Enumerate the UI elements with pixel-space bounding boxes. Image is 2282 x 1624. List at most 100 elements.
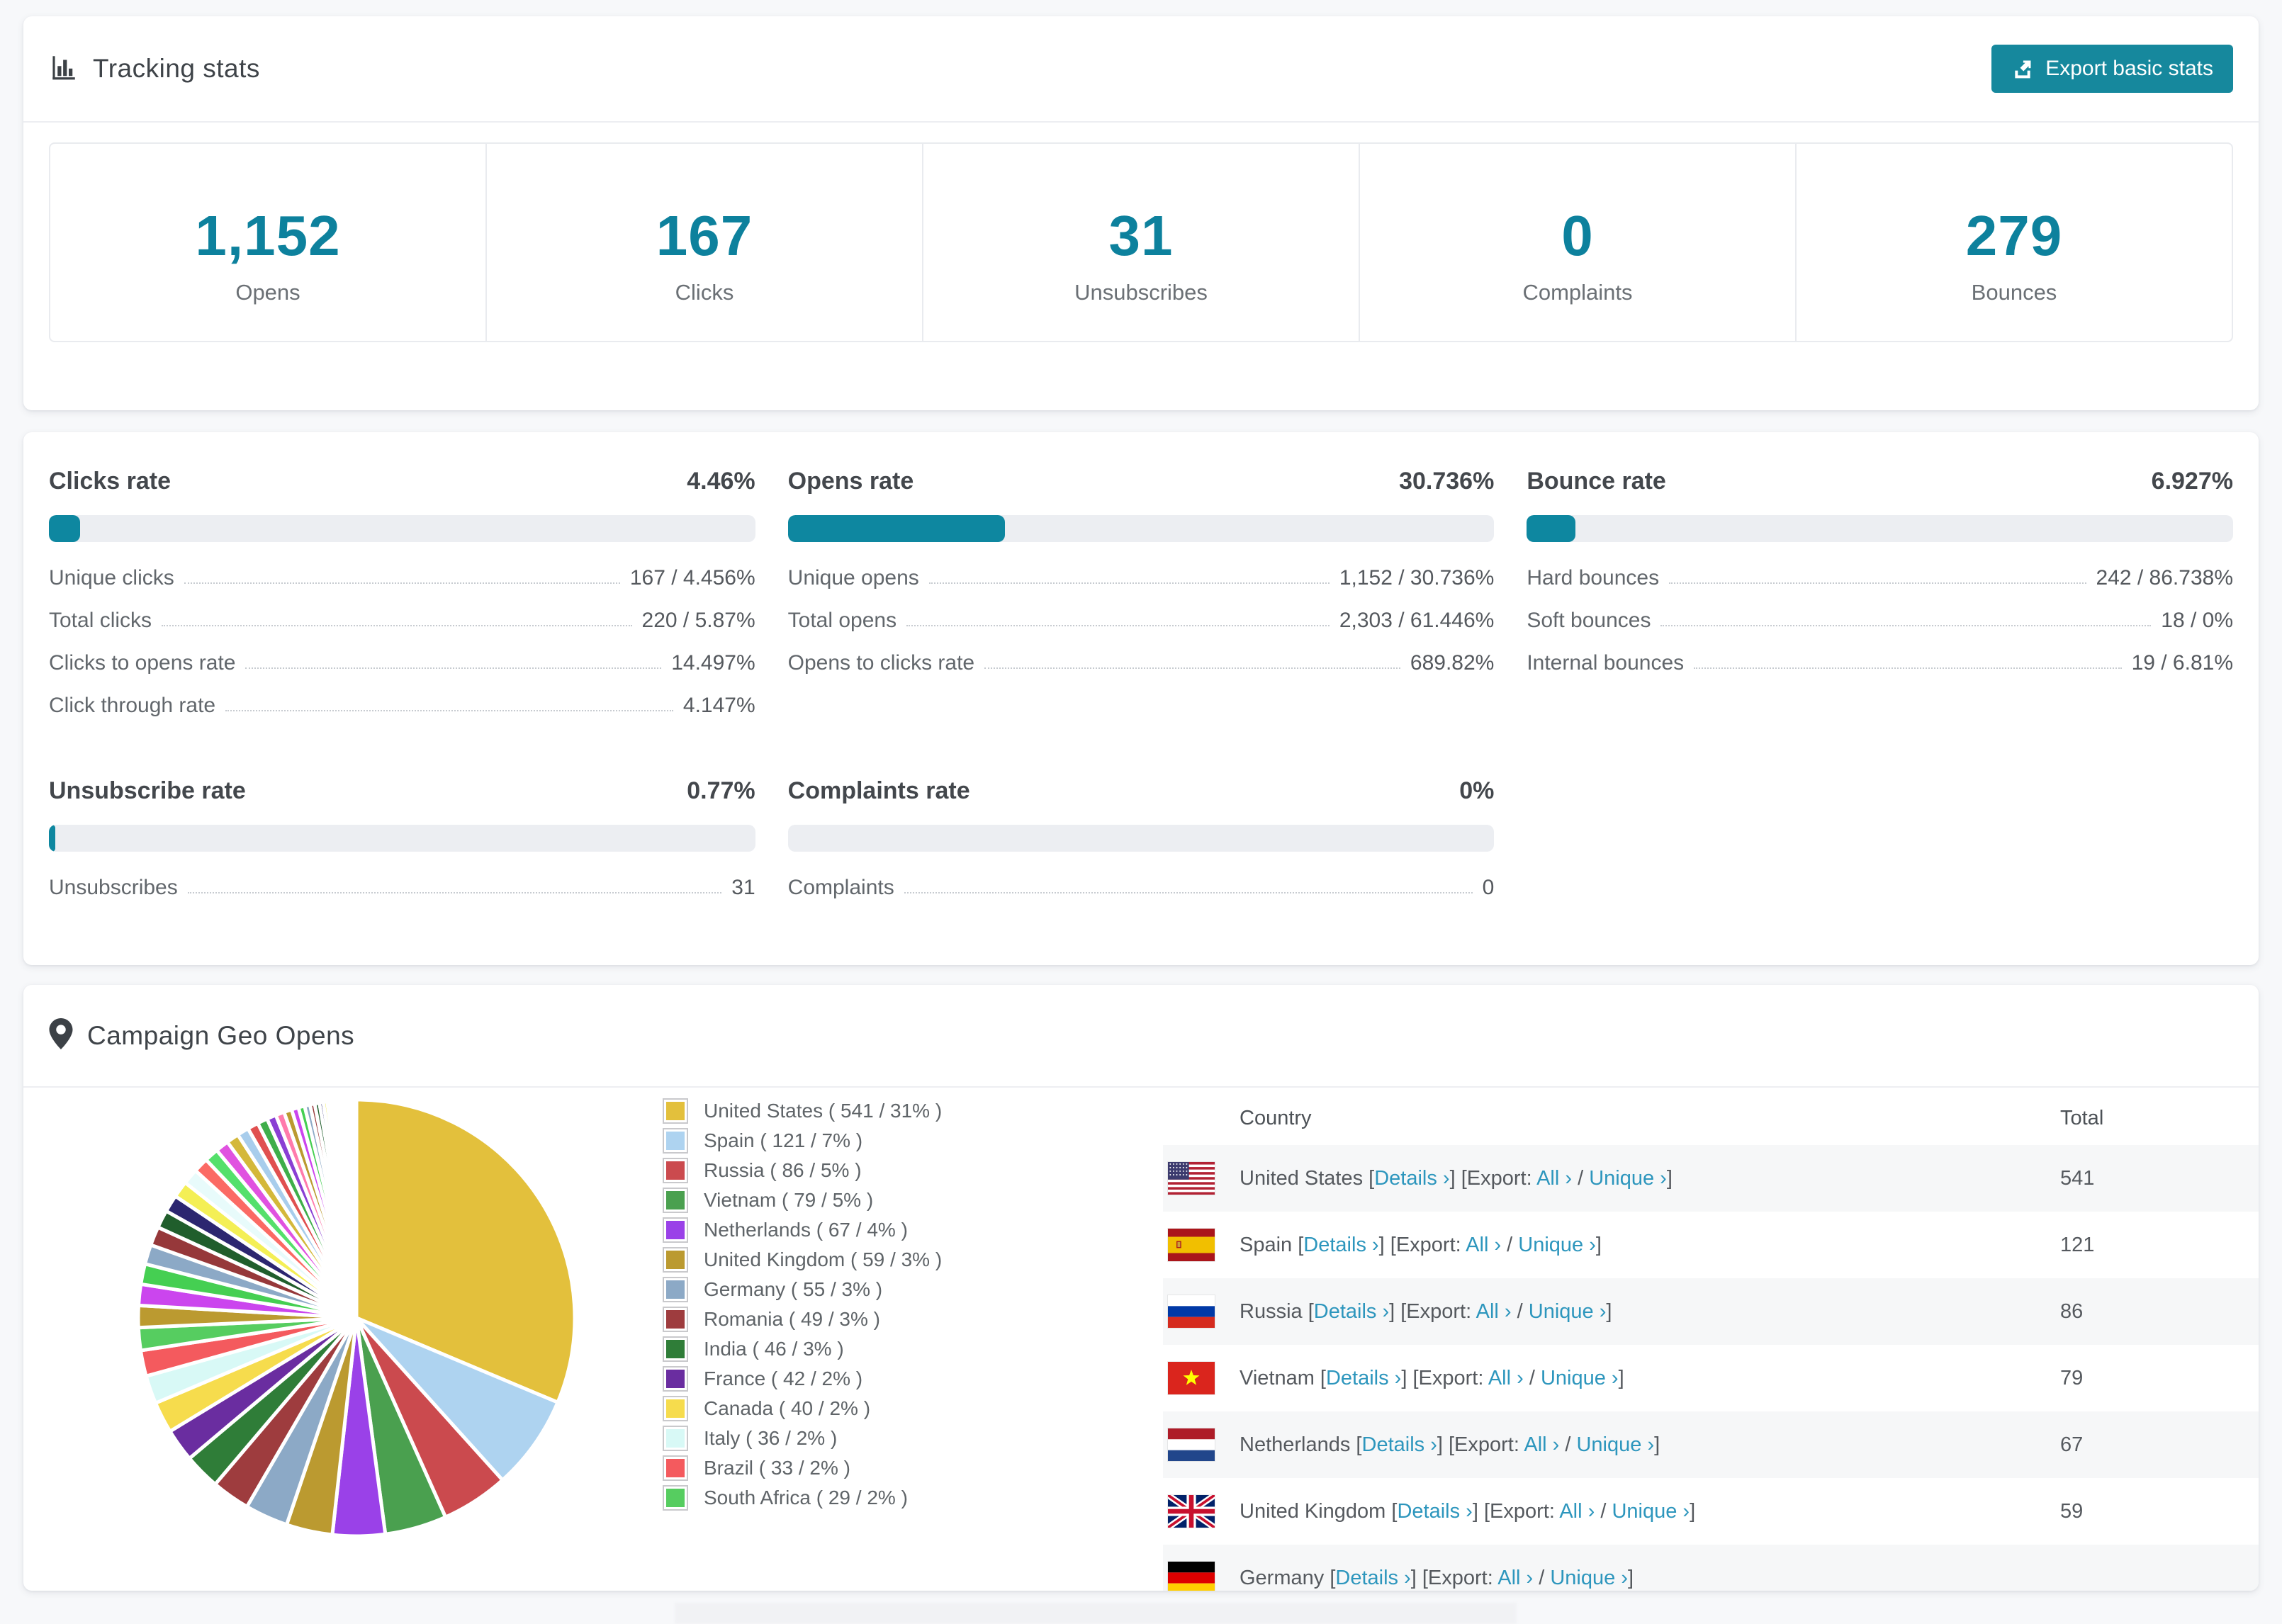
rate-head: Clicks rate 4.46% (49, 468, 755, 495)
export-all-link[interactable]: All › (1466, 1234, 1501, 1256)
stat-label: Complaints (1522, 280, 1633, 305)
export-basic-stats-button[interactable]: Export basic stats (1991, 45, 2233, 93)
rate-title: Unsubscribe rate (49, 777, 246, 804)
export-all-link[interactable]: All › (1476, 1300, 1512, 1323)
export-all-link[interactable]: All › (1488, 1367, 1524, 1389)
geo-header: Campaign Geo Opens (23, 985, 2259, 1088)
stat-cell-unsubscribes: 31 Unsubscribes (923, 144, 1360, 341)
rate-block-clicks-rate: Clicks rate 4.46% Unique clicks 167 / 4.456… (49, 468, 755, 736)
country-name: Spain [ (1240, 1233, 1304, 1256)
legend-swatch (663, 1336, 688, 1362)
rate-progress-track (49, 825, 755, 852)
stat-detail-value: 0 (1482, 876, 1495, 899)
legend-swatch (663, 1455, 688, 1481)
rate-head: Opens rate 30.736% (788, 468, 1495, 495)
export-unique-link[interactable]: Unique › (1550, 1567, 1628, 1589)
stat-detail-label: Internal bounces (1527, 651, 1685, 675)
export-all-link[interactable]: All › (1536, 1167, 1572, 1190)
export-label: ] [Export: (1449, 1166, 1537, 1190)
stat-value: 0 (1561, 204, 1594, 267)
legend-swatch (663, 1366, 688, 1392)
stat-cell-clicks: 167 Clicks (487, 144, 923, 341)
stat-detail-value: 14.497% (671, 651, 755, 675)
export-unique-link[interactable]: Unique › (1518, 1234, 1596, 1256)
rate-title: Complaints rate (787, 777, 970, 804)
dotted-leader (184, 582, 620, 584)
stat-detail-row: Clicks to opens rate 14.497% (49, 651, 755, 675)
legend-swatch (663, 1307, 688, 1332)
legend-swatch (663, 1098, 688, 1124)
country-cell: Netherlands [Details ›] [Export: All › /… (1240, 1433, 2060, 1457)
details-link[interactable]: Details › (1374, 1167, 1449, 1190)
legend-item-vietnam: Vietnam ( 79 / 5% ) (663, 1185, 942, 1215)
rate-value: 4.46% (687, 468, 755, 495)
geo-section-title: Campaign Geo Opens (87, 1020, 355, 1050)
country-name: United States [ (1240, 1166, 1375, 1190)
rate-value: 0% (1459, 777, 1495, 804)
dotted-leader (1694, 667, 2122, 669)
legend-swatch (663, 1247, 688, 1273)
details-link[interactable]: Details › (1335, 1567, 1410, 1589)
rate-progress-track (787, 515, 1495, 542)
legend-label: France ( 42 / 2% ) (704, 1368, 863, 1389)
rate-block-bounce-rate: Bounce rate 6.927% Hard bounces 242 / 86.73… (1527, 468, 2233, 736)
dotted-leader (225, 710, 673, 711)
country-name: Russia [ (1240, 1299, 1314, 1323)
export-all-link[interactable]: All › (1559, 1500, 1595, 1523)
table-header-row: Country Total (1163, 1091, 2259, 1145)
stat-value: 31 (1108, 204, 1174, 267)
export-all-link[interactable]: All › (1524, 1433, 1559, 1456)
stat-detail-label: Click through rate (49, 694, 216, 717)
stat-detail-row: Opens to clicks rate 689.82% (788, 651, 1495, 675)
table-row-vn: Vietnam [Details ›] [Export: All › / Uni… (1163, 1345, 2259, 1411)
stat-value: 1,152 (195, 204, 341, 267)
legend-label: India ( 46 / 3% ) (704, 1338, 844, 1360)
stat-detail-value: 167 / 4.456% (629, 566, 755, 590)
export-unique-link[interactable]: Unique › (1589, 1167, 1667, 1190)
details-link[interactable]: Details › (1303, 1234, 1378, 1256)
legend-item-spain: Spain ( 121 / 7% ) (663, 1126, 942, 1156)
export-unique-link[interactable]: Unique › (1529, 1300, 1607, 1323)
stat-detail-label: Total opens (787, 609, 897, 632)
rate-progress-fill (1527, 515, 1576, 542)
stat-detail-value: 19 / 6.81% (2131, 651, 2233, 675)
export-unique-link[interactable]: Unique › (1612, 1500, 1690, 1523)
es-flag-icon (1163, 1229, 1240, 1261)
rate-detail-rows: Complaints 0 (788, 876, 1495, 900)
stat-detail-value: 1,152 / 30.736% (1339, 566, 1495, 590)
details-link[interactable]: Details › (1397, 1500, 1472, 1523)
link-separator: / (1559, 1433, 1577, 1456)
legend-swatch (663, 1277, 688, 1302)
campaign-geo-opens-card: Campaign Geo Opens United States ( 541 /… (23, 985, 2259, 1591)
stat-detail-value: 4.147% (682, 694, 755, 717)
stat-detail-label: Hard bounces (1527, 566, 1660, 590)
stat-detail-label: Unique opens (787, 566, 919, 590)
stat-detail-value: 220 / 5.87% (641, 609, 755, 632)
rate-value: 30.736% (1399, 468, 1495, 495)
table-row-nl: Netherlands [Details ›] [Export: All › /… (1163, 1411, 2259, 1478)
link-separator: / (1595, 1499, 1612, 1523)
total-cell: 79 (2060, 1366, 2084, 1389)
nl-flag-icon (1163, 1428, 1240, 1461)
stat-detail-label: Unique clicks (49, 566, 174, 590)
stat-detail-row: Hard bounces 242 / 86.738% (1527, 566, 2233, 590)
country-cell: United Kingdom [Details ›] [Export: All … (1240, 1500, 2060, 1523)
legend-swatch (663, 1396, 688, 1421)
legend-label: Vietnam ( 79 / 5% ) (704, 1189, 874, 1211)
legend-label: Netherlands ( 67 / 4% ) (704, 1219, 908, 1241)
stat-detail-label: Soft bounces (1527, 609, 1651, 632)
stat-detail-row: Total clicks 220 / 5.87% (49, 609, 755, 633)
export-unique-link[interactable]: Unique › (1576, 1433, 1654, 1456)
details-link[interactable]: Details › (1326, 1367, 1401, 1389)
link-separator: / (1572, 1166, 1590, 1190)
details-link[interactable]: Details › (1314, 1300, 1389, 1323)
stat-cell-opens: 1,152 Opens (50, 144, 487, 341)
dotted-leader (162, 625, 632, 626)
legend-label: Canada ( 40 / 2% ) (704, 1397, 871, 1419)
geo-opens-pie-chart (130, 1091, 583, 1545)
bar-chart-icon (49, 52, 79, 86)
details-link[interactable]: Details › (1362, 1433, 1437, 1456)
export-all-link[interactable]: All › (1497, 1567, 1533, 1589)
export-unique-link[interactable]: Unique › (1541, 1367, 1619, 1389)
legend-swatch (663, 1485, 688, 1511)
